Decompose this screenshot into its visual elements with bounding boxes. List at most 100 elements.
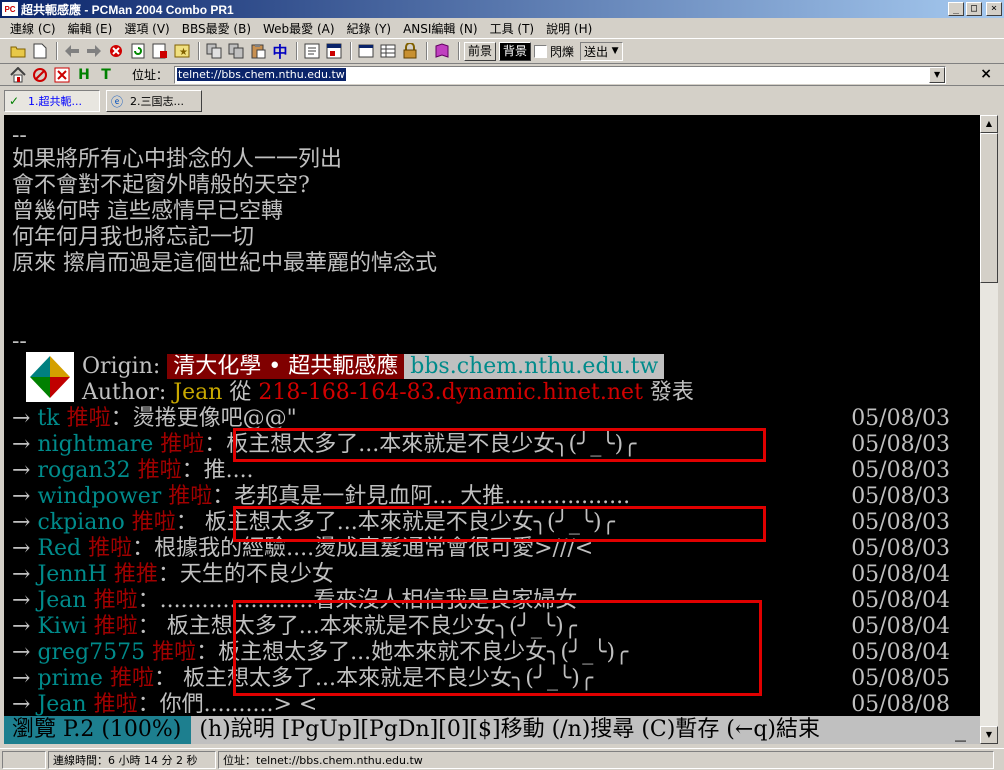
maximize-button[interactable]: □: [966, 2, 982, 16]
scroll-up-button[interactable]: ▲: [980, 115, 998, 133]
paste-icon[interactable]: [248, 41, 268, 61]
svg-text:★: ★: [179, 47, 188, 58]
chinese-input-label: 中: [272, 42, 288, 61]
copy-ansi-icon[interactable]: [226, 41, 246, 61]
terminal-status-line: 瀏覽 P.2 (100%) (h)說明 [PgUp][PgDn][0][$]移動 …: [4, 716, 980, 744]
blink-label: 閃爍: [550, 44, 575, 59]
poem-line: 原來 擦肩而過是這個世紀中最華麗的悼念式: [12, 251, 437, 276]
push-tag: 推啦: [93, 614, 138, 639]
author-name: Jean: [173, 380, 223, 405]
forward-arrow-icon[interactable]: [84, 41, 104, 61]
settings-icon[interactable]: [302, 41, 322, 61]
bookmark-add-icon[interactable]: [150, 41, 170, 61]
push-arrow: →: [12, 536, 31, 561]
close-icon[interactable]: ×: [980, 66, 992, 82]
push-tag: 推啦: [109, 666, 154, 691]
push-user: Jean: [37, 588, 87, 613]
app-icon: PC: [2, 2, 18, 16]
highlight-box: [233, 506, 766, 542]
toolbar-separator: [350, 42, 352, 60]
chevron-down-icon[interactable]: ▼: [929, 66, 946, 83]
vertical-scrollbar[interactable]: ▲ ▼: [980, 115, 998, 744]
lock-icon[interactable]: [400, 41, 420, 61]
address-input[interactable]: telnet://bbs.chem.nthu.edu.tw ▼: [174, 65, 947, 84]
menu-log[interactable]: 紀錄 (Y): [341, 20, 398, 37]
home-icon[interactable]: [8, 66, 28, 84]
close-x-icon[interactable]: [52, 66, 72, 84]
key-help: (h)說明 [PgUp][PgDn][0][$]移動 (/n)搜尋 (C)暫存 …: [199, 717, 820, 742]
push-date: 05/08/08: [851, 692, 950, 717]
menu-web-favorites[interactable]: Web最愛 (A): [257, 20, 341, 37]
copy-icon[interactable]: [204, 41, 224, 61]
menu-options[interactable]: 選項 (V): [118, 20, 175, 37]
web-icon: ⓔ: [111, 94, 124, 109]
chevron-down-icon[interactable]: ▼: [608, 46, 622, 56]
push-date: 05/08/03: [851, 536, 950, 561]
address-value[interactable]: telnet://bbs.chem.nthu.edu.tw: [177, 68, 346, 81]
window-icon[interactable]: [324, 41, 344, 61]
open-folder-icon[interactable]: [8, 41, 28, 61]
tab-1[interactable]: ✓ 1.超共軛...: [4, 90, 100, 112]
new-page-icon[interactable]: [30, 41, 50, 61]
star-icon[interactable]: ★: [172, 41, 192, 61]
blink-checkbox-box[interactable]: [534, 44, 548, 58]
push-arrow: →: [12, 666, 31, 691]
push-date: 05/08/04: [851, 614, 950, 639]
color-table-icon[interactable]: [356, 41, 376, 61]
menu-help[interactable]: 說明 (H): [540, 20, 598, 37]
push-user: greg7575: [37, 640, 146, 665]
t-icon[interactable]: T: [96, 66, 116, 84]
stop-circle-icon[interactable]: [30, 66, 50, 84]
toolbar-separator: [296, 42, 298, 60]
push-user: Kiwi: [37, 614, 87, 639]
tab-2[interactable]: ⓔ 2.三国志...: [106, 90, 202, 112]
push-text: ：天生的不良少女: [157, 562, 334, 587]
push-date: 05/08/03: [851, 484, 950, 509]
scrollbar-thumb[interactable]: [980, 133, 998, 283]
author-line: Author: Jean 從 218-168-164-83.dynamic.hi…: [82, 380, 694, 406]
toolbar: ★ 中 前景 背景 閃爍 送出 ▼: [0, 38, 1004, 64]
menu-bbs-favorites[interactable]: BBS最愛 (B): [176, 20, 257, 37]
menu-edit[interactable]: 編輯 (E): [62, 20, 119, 37]
push-tag: 推啦: [160, 432, 205, 457]
push-user: tk: [37, 406, 60, 431]
book-icon[interactable]: [432, 41, 452, 61]
back-arrow-icon[interactable]: [62, 41, 82, 61]
scroll-down-button[interactable]: ▼: [980, 726, 998, 744]
stop-icon[interactable]: [106, 41, 126, 61]
push-user: ckpiano: [37, 510, 125, 535]
origin-board: 清大化學 • 超共軛感應: [167, 354, 405, 379]
chinese-input-icon[interactable]: 中: [270, 41, 290, 61]
push-arrow: →: [12, 406, 31, 431]
browse-mode-indicator: 瀏覽 P.2 (100%): [4, 716, 192, 744]
close-button[interactable]: ×: [986, 2, 1002, 16]
window-title: 超共軛感應 - PCMan 2004 Combo PR1: [21, 2, 234, 17]
push-arrow: →: [12, 510, 31, 535]
push-tag: 推啦: [152, 640, 197, 665]
send-label: 送出: [584, 44, 609, 59]
h-icon[interactable]: H: [74, 66, 94, 84]
send-dropdown[interactable]: 送出 ▼: [580, 41, 624, 61]
push-date: 05/08/04: [851, 640, 950, 665]
background-button[interactable]: 背景: [499, 41, 532, 61]
terminal-screen[interactable]: -- 如果將所有心中掛念的人一一列出 會不會對不起窗外晴般的天空? 曾幾何時 這…: [4, 115, 980, 744]
table-icon[interactable]: [378, 41, 398, 61]
menu-tools[interactable]: 工具 (T): [484, 20, 541, 37]
menu-connection[interactable]: 連線 (C): [4, 20, 62, 37]
blink-checkbox[interactable]: 閃爍: [534, 43, 574, 60]
foreground-button[interactable]: 前景: [464, 41, 497, 61]
push-arrow: →: [12, 588, 31, 613]
author-ip: 218-168-164-83.dynamic.hinet.net: [258, 380, 643, 405]
status-bar: 連線時間：6 小時 14 分 2 秒 位址：telnet://bbs.chem.…: [0, 748, 1004, 770]
push-arrow: →: [12, 432, 31, 457]
menu-ansi-edit[interactable]: ANSI編輯 (N): [397, 20, 484, 37]
push-user: Jean: [37, 692, 87, 717]
push-user: Red: [37, 536, 82, 561]
minimize-button[interactable]: _: [948, 2, 964, 16]
push-user: windpower: [37, 484, 162, 509]
poem-line: 會不會對不起窗外晴般的天空?: [12, 173, 310, 198]
push-tag: 推推: [113, 562, 158, 587]
origin-host: bbs.chem.nthu.edu.tw: [404, 354, 665, 379]
refresh-icon[interactable]: [128, 41, 148, 61]
address-bar: H T 位址： telnet://bbs.chem.nthu.edu.tw ▼: [0, 64, 1004, 86]
